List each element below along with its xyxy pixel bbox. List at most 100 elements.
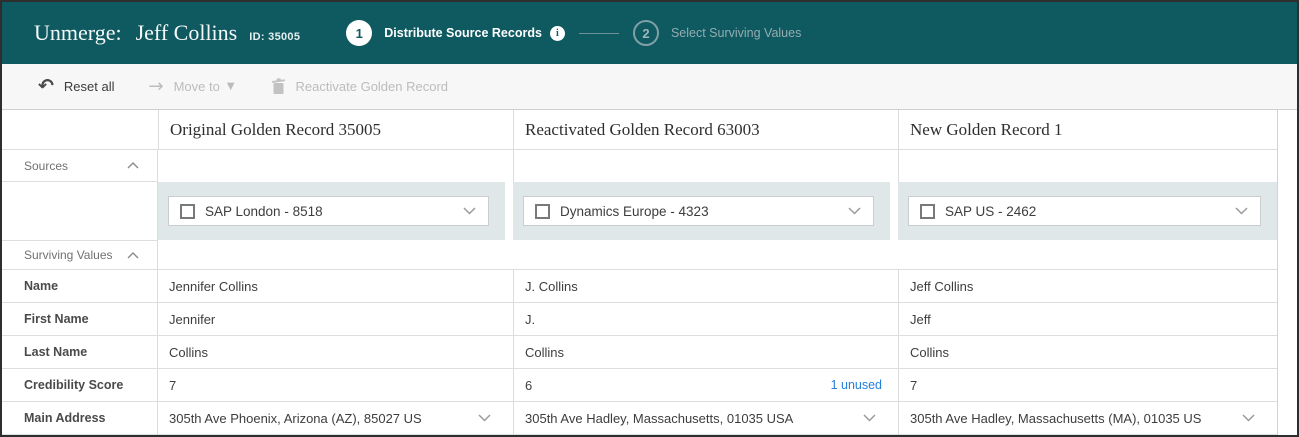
source-label: Dynamics Europe - 4323 bbox=[560, 204, 848, 219]
column-title: Original Golden Record 35005 bbox=[159, 120, 381, 140]
step-2-label: Select Surviving Values bbox=[671, 26, 801, 40]
value-credibility-original: 7 bbox=[158, 369, 513, 402]
row-label-main-address: Main Address bbox=[2, 402, 158, 435]
unused-values-link[interactable]: 1 unused bbox=[831, 378, 882, 392]
source-label: SAP US - 2462 bbox=[945, 204, 1235, 219]
step-1-circle: 1 bbox=[346, 20, 372, 46]
source-dropdown-sap-us[interactable]: SAP US - 2462 bbox=[908, 196, 1261, 226]
page-title: Unmerge: Jeff Collins ID: 35005 bbox=[34, 20, 300, 46]
sources-section-row: Sources bbox=[2, 150, 1297, 182]
sources-row-spacer bbox=[513, 150, 898, 182]
address-dropdown-new[interactable]: 305th Ave Hadley, Massachusetts (MA), 01… bbox=[898, 402, 1277, 435]
value-last-name-original: Collins bbox=[158, 336, 513, 369]
source-band: SAP London - 8518 bbox=[158, 182, 505, 240]
column-title: New Golden Record 1 bbox=[899, 120, 1063, 140]
value-credibility-new: 7 bbox=[898, 369, 1277, 402]
step-connector-line bbox=[579, 33, 619, 34]
column-header-new: New Golden Record 1 bbox=[898, 110, 1277, 150]
reactivate-golden-record-button[interactable]: Reactivate Golden Record bbox=[271, 78, 448, 95]
source-band-spacer bbox=[2, 182, 158, 240]
chevron-down-icon bbox=[863, 414, 876, 422]
unmerge-window: Unmerge: Jeff Collins ID: 35005 1 Distri… bbox=[0, 0, 1299, 437]
scrollbar-gutter bbox=[1277, 402, 1297, 435]
source-checkbox[interactable] bbox=[180, 204, 195, 219]
info-icon[interactable]: i bbox=[550, 26, 565, 41]
source-label: SAP London - 8518 bbox=[205, 204, 463, 219]
scrollbar-gutter bbox=[1277, 369, 1297, 402]
column-title: Reactivated Golden Record 63003 bbox=[514, 120, 760, 140]
surviving-values-section-toggle[interactable]: Surviving Values bbox=[2, 240, 158, 270]
source-band: SAP US - 2462 bbox=[898, 182, 1277, 240]
address-value: 305th Ave Hadley, Massachusetts (MA), 01… bbox=[910, 411, 1201, 426]
value-name-original: Jennifer Collins bbox=[158, 270, 513, 303]
attribute-row-last-name: Last Name Collins Collins Collins bbox=[2, 336, 1297, 369]
surviving-values-label: Surviving Values bbox=[24, 248, 113, 262]
sources-row-spacer bbox=[158, 150, 513, 182]
source-records-row: SAP London - 8518 Dynamics Europe - 4323… bbox=[2, 182, 1297, 240]
chevron-up-icon bbox=[127, 252, 139, 259]
reset-all-button[interactable]: ↶ Reset all bbox=[38, 77, 115, 96]
attribute-row-first-name: First Name Jennifer J. Jeff bbox=[2, 303, 1297, 336]
scrollbar-gutter bbox=[1277, 270, 1297, 303]
value-first-name-original: Jennifer bbox=[158, 303, 513, 336]
column-header-reactivated: Reactivated Golden Record 63003 bbox=[513, 110, 898, 150]
scrollbar-gutter bbox=[1277, 182, 1297, 240]
value-last-name-new: Collins bbox=[898, 336, 1277, 369]
source-checkbox[interactable] bbox=[535, 204, 550, 219]
source-band-new: SAP US - 2462 bbox=[898, 182, 1277, 240]
chevron-down-icon bbox=[1235, 207, 1248, 215]
value-first-name-reactivated: J. bbox=[513, 303, 898, 336]
step-select-surviving-values[interactable]: 2 Select Surviving Values bbox=[633, 20, 801, 46]
surviving-values-section-row: Surviving Values bbox=[2, 240, 1297, 270]
unmerge-title-label: Unmerge: bbox=[34, 20, 122, 46]
address-value: 305th Ave Hadley, Massachusetts, 01035 U… bbox=[525, 411, 793, 426]
address-dropdown-original[interactable]: 305th Ave Phoenix, Arizona (AZ), 85027 U… bbox=[158, 402, 513, 435]
chevron-up-icon bbox=[127, 162, 139, 169]
row-label-last-name: Last Name bbox=[2, 336, 158, 369]
surviving-row-spacer bbox=[513, 240, 898, 270]
step-1-label: Distribute Source Records bbox=[384, 26, 542, 40]
value-credibility-reactivated: 6 1 unused bbox=[513, 369, 898, 402]
source-band: Dynamics Europe - 4323 bbox=[513, 182, 890, 240]
scrollbar-gutter bbox=[1277, 110, 1297, 150]
sources-label: Sources bbox=[24, 159, 68, 173]
source-dropdown-sap-london[interactable]: SAP London - 8518 bbox=[168, 196, 489, 226]
attribute-row-credibility-score: Credibility Score 7 6 1 unused 7 bbox=[2, 369, 1297, 402]
sources-section-toggle[interactable]: Sources bbox=[2, 150, 158, 182]
column-header-row: Original Golden Record 35005 Reactivated… bbox=[2, 110, 1297, 150]
source-band-reactivated: Dynamics Europe - 4323 bbox=[513, 182, 898, 240]
wizard-steps: 1 Distribute Source Records i 2 Select S… bbox=[346, 20, 801, 46]
chevron-down-icon bbox=[848, 207, 861, 215]
address-value: 305th Ave Phoenix, Arizona (AZ), 85027 U… bbox=[169, 411, 422, 426]
source-checkbox[interactable] bbox=[920, 204, 935, 219]
trash-icon bbox=[271, 78, 286, 95]
record-id: ID: 35005 bbox=[249, 31, 300, 43]
credibility-score-value: 6 bbox=[525, 378, 532, 393]
step-distribute-source-records[interactable]: 1 Distribute Source Records i bbox=[346, 20, 565, 46]
reset-all-label: Reset all bbox=[64, 79, 115, 94]
column-header-spacer bbox=[2, 110, 158, 150]
column-header-original: Original Golden Record 35005 bbox=[158, 110, 513, 150]
source-band-original: SAP London - 8518 bbox=[158, 182, 513, 240]
source-dropdown-dynamics-europe[interactable]: Dynamics Europe - 4323 bbox=[523, 196, 874, 226]
scrollbar-gutter bbox=[1277, 240, 1297, 270]
move-to-label: Move to bbox=[174, 79, 220, 94]
record-name: Jeff Collins bbox=[136, 20, 238, 46]
attribute-row-main-address: Main Address 305th Ave Phoenix, Arizona … bbox=[2, 402, 1297, 435]
arrow-right-icon: → bbox=[149, 78, 164, 96]
chevron-down-icon bbox=[478, 414, 491, 422]
row-label-name: Name bbox=[2, 270, 158, 303]
scrollbar-gutter bbox=[1277, 150, 1297, 182]
surviving-row-spacer bbox=[158, 240, 513, 270]
scrollbar-gutter bbox=[1277, 303, 1297, 336]
value-first-name-new: Jeff bbox=[898, 303, 1277, 336]
address-dropdown-reactivated[interactable]: 305th Ave Hadley, Massachusetts, 01035 U… bbox=[513, 402, 898, 435]
chevron-down-icon bbox=[463, 207, 476, 215]
value-name-reactivated: J. Collins bbox=[513, 270, 898, 303]
scrollbar-gutter bbox=[1277, 336, 1297, 369]
sources-row-spacer bbox=[898, 150, 1277, 182]
move-to-button[interactable]: → Move to ▼ bbox=[149, 78, 235, 96]
row-label-first-name: First Name bbox=[2, 303, 158, 336]
surviving-row-spacer bbox=[898, 240, 1277, 270]
row-label-credibility-score: Credibility Score bbox=[2, 369, 158, 402]
